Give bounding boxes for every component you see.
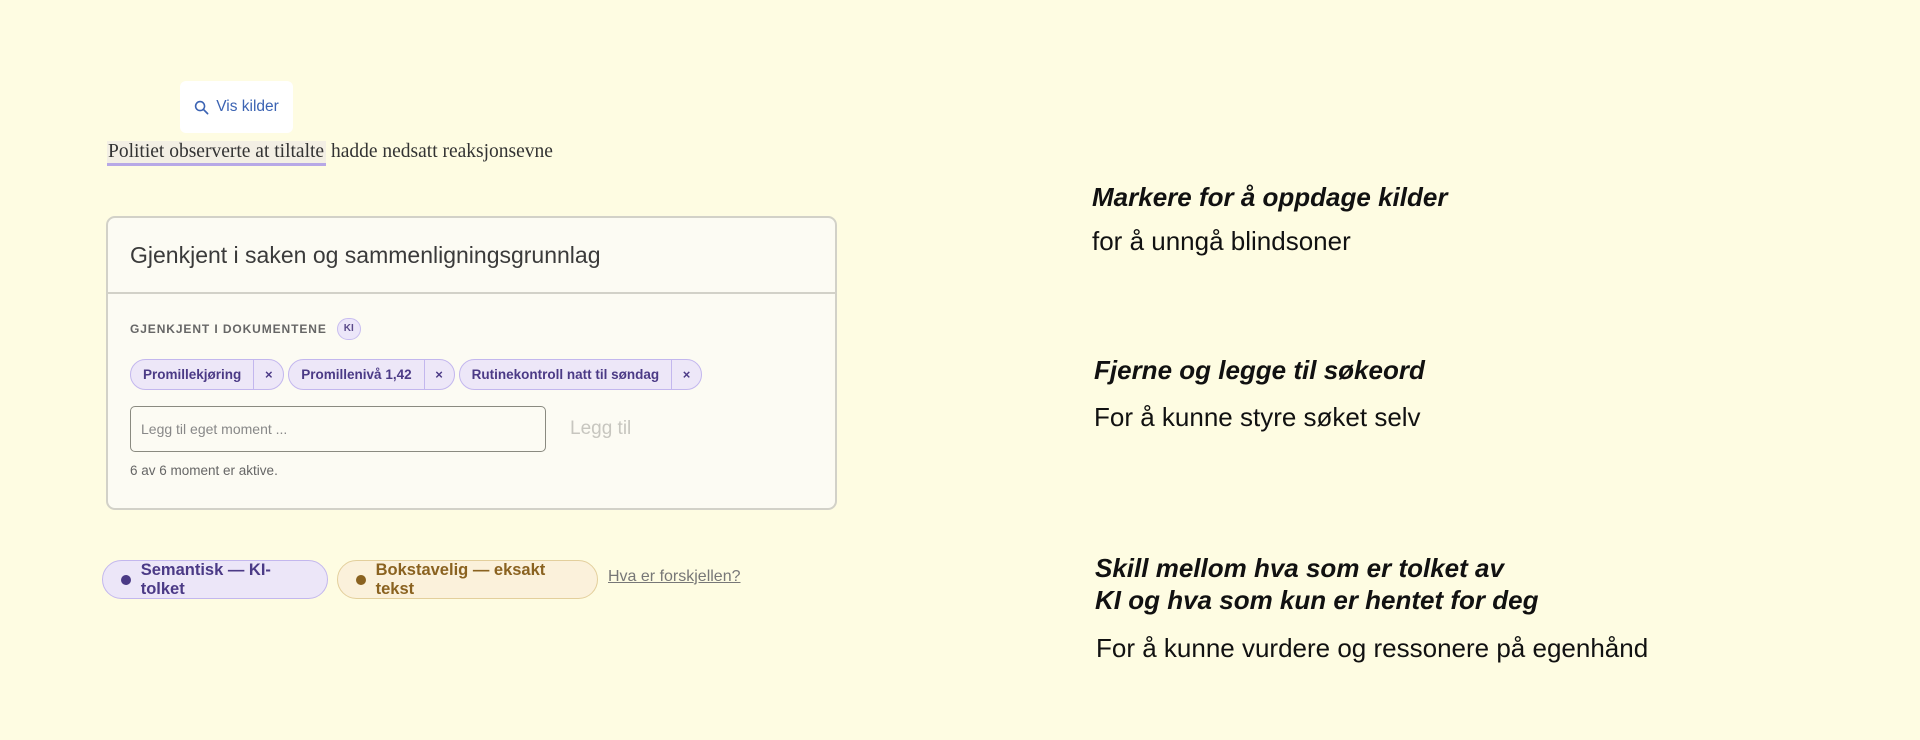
semantic-pill-label: Semantisk — KI-tolket: [140, 560, 271, 598]
document-sentence: Politiet observerte at tiltalte hadde ne…: [107, 141, 553, 166]
panel-title: Gjenkjent i saken og sammenligningsgrunn…: [130, 241, 601, 268]
add-moment-button[interactable]: Legg til: [570, 418, 631, 440]
dot-icon: [356, 574, 366, 585]
recognized-panel: Gjenkjent i saken og sammenligningsgrunn…: [106, 216, 837, 510]
keyword-chip: Rutinekontroll natt til søndag ×: [458, 359, 703, 390]
add-moment-input[interactable]: [130, 406, 546, 452]
vis-kilder-label: Vis kilder: [216, 98, 279, 115]
sentence-rest: hadde nedsatt reaksjonsevne: [326, 141, 553, 162]
text-selection[interactable]: Politiet observerte at tiltalte: [107, 141, 327, 166]
search-icon: [194, 100, 209, 114]
note-sub-2: For å kunne styre søket selv: [1094, 402, 1421, 432]
ki-badge: KI: [336, 318, 361, 340]
difference-help-link[interactable]: Hva er forskjellen?: [608, 568, 741, 586]
note-sub-1: for å unngå blindsoner: [1092, 226, 1351, 256]
semantic-filter-pill[interactable]: Semantisk — KI-tolket: [102, 560, 328, 599]
chip-label: Rutinekontroll natt til søndag: [471, 367, 660, 382]
close-icon[interactable]: ×: [671, 360, 701, 389]
section-header: GJENKJENT I DOKUMENTENE KI: [130, 318, 361, 340]
note-title-3b: KI og hva som kun er hentet for deg: [1095, 585, 1539, 615]
note-title-2: Fjerne og legge til søkeord: [1094, 355, 1425, 385]
chip-label: Promillekjøring: [143, 367, 242, 382]
literal-filter-pill[interactable]: Bokstavelig — eksakt tekst: [337, 560, 598, 599]
note-title-3a: Skill mellom hva som er tolket av: [1095, 553, 1504, 583]
keyword-chip: Promillekjøring ×: [130, 359, 285, 390]
close-icon[interactable]: ×: [253, 360, 283, 389]
close-icon[interactable]: ×: [423, 360, 454, 389]
panel-header: Gjenkjent i saken og sammenligningsgrunn…: [108, 218, 835, 294]
section-label: GJENKJENT I DOKUMENTENE: [130, 322, 327, 336]
active-count-status: 6 av 6 moment er aktive.: [130, 463, 278, 478]
keyword-chip-list: Promillekjøring × Promillenivå 1,42 × Ru…: [130, 359, 703, 390]
dot-icon: [121, 574, 131, 585]
note-sub-3: For å kunne vurdere og ressonere på egen…: [1096, 633, 1649, 663]
literal-pill-label: Bokstavelig — eksakt tekst: [375, 560, 546, 598]
keyword-chip: Promillenivå 1,42 ×: [288, 359, 455, 390]
vis-kilder-button[interactable]: Vis kilder: [180, 81, 293, 133]
note-title-1: Markere for å oppdage kilder: [1092, 182, 1448, 212]
add-moment-row: Legg til: [130, 406, 631, 452]
chip-label: Promillenivå 1,42: [301, 367, 412, 382]
